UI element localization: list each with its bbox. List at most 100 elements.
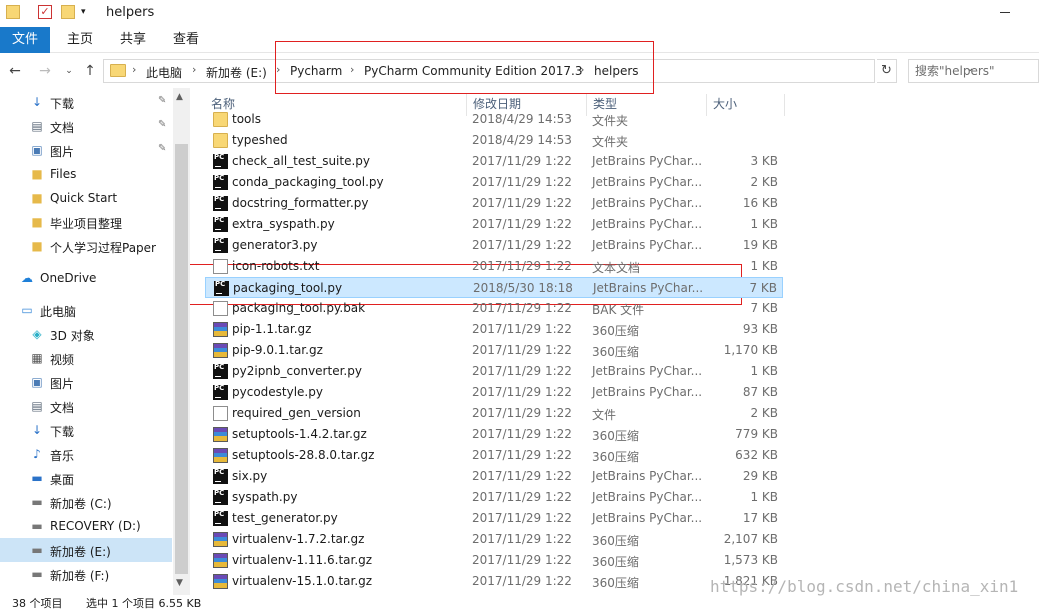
scroll-up-icon[interactable]: ▲ <box>176 92 183 102</box>
file-date: 2017/11/29 1:22 <box>472 448 572 462</box>
file-row[interactable]: icon-robots.txt 2017/11/29 1:22 文本文档 1 KB <box>205 256 783 277</box>
sidebar-item[interactable]: ▬ 新加卷 (F:) <box>0 562 172 586</box>
pycharm-file-icon: PC <box>213 469 228 484</box>
chevron-right-icon[interactable]: › <box>192 63 196 76</box>
file-row[interactable]: PC docstring_formatter.py 2017/11/29 1:22 J… <box>205 193 783 214</box>
file-name: extra_syspath.py <box>232 217 335 231</box>
sidebar-item[interactable]: ▣ 图片 ✎ <box>0 138 172 162</box>
pycharm-file-icon: PC <box>213 364 228 379</box>
file-row[interactable]: required_gen_version 2017/11/29 1:22 文件 2 K… <box>205 403 783 424</box>
sidebar-item-label: 3D 对象 <box>50 329 95 343</box>
sidebar-item[interactable]: ▤ 文档 <box>0 394 172 418</box>
properties-icon[interactable]: ✓ <box>38 5 52 19</box>
tab-view[interactable]: 查看 <box>173 27 199 53</box>
file-row[interactable]: virtualenv-1.7.2.tar.gz 2017/11/29 1:22 36… <box>205 529 783 550</box>
file-row[interactable]: packaging_tool.py.bak 2017/11/29 1:22 BAK … <box>205 298 783 319</box>
file-size: 779 KB <box>735 427 778 441</box>
new-folder-icon[interactable] <box>61 5 75 19</box>
sidebar-item[interactable]: ▭ 此电脑 <box>0 298 172 322</box>
sidebar-item[interactable]: ▬ RECOVERY (D:) <box>0 514 172 538</box>
sidebar-item[interactable]: ▦ 视频 <box>0 346 172 370</box>
file-name: virtualenv-1.7.2.tar.gz <box>232 532 365 546</box>
up-arrow-icon[interactable]: ↑ <box>81 61 99 81</box>
breadcrumb-drive-e[interactable]: 新加卷 (E:) <box>206 64 267 81</box>
sidebar-item[interactable]: ↓ 下载 <box>0 418 172 442</box>
sidebar-item[interactable]: ■ Files <box>0 162 172 186</box>
file-name: test_generator.py <box>232 511 338 525</box>
file-row[interactable]: PC generator3.py 2017/11/29 1:22 JetBrains … <box>205 235 783 256</box>
sidebar-item[interactable]: ♪ 音乐 <box>0 442 172 466</box>
sidebar-scrollbar[interactable]: ▲ ▼ <box>173 88 190 595</box>
pin-icon: ✎ <box>158 119 167 130</box>
file-size: 2 KB <box>750 406 778 420</box>
file-row[interactable]: virtualenv-1.11.6.tar.gz 2017/11/29 1:22 3… <box>205 550 783 571</box>
tab-home[interactable]: 主页 <box>67 27 93 53</box>
breadcrumb-highlight-box <box>275 41 654 94</box>
search-input[interactable]: 搜索"helpers" <box>908 59 1039 83</box>
back-arrow-icon[interactable]: ← <box>6 61 24 81</box>
file-row[interactable]: setuptools-1.4.2.tar.gz 2017/11/29 1:22 36… <box>205 424 783 445</box>
breadcrumb-this-pc[interactable]: 此电脑 <box>146 64 182 81</box>
file-row[interactable]: PC check_all_test_suite.py 2017/11/29 1:22… <box>205 151 783 172</box>
text-file-icon <box>213 259 228 274</box>
scrollbar-thumb[interactable] <box>175 144 188 574</box>
file-size: 1 KB <box>750 259 778 273</box>
file-row[interactable]: tools 2018/4/29 14:53 文件夹 <box>205 109 783 130</box>
file-row[interactable]: PC conda_packaging_tool.py 2017/11/29 1:22… <box>205 172 783 193</box>
sidebar-item[interactable]: ☁ OneDrive <box>0 266 172 290</box>
sidebar-item[interactable]: ■ 毕业项目整理 <box>0 210 172 234</box>
sidebar-item[interactable]: ▬ 桌面 <box>0 466 172 490</box>
file-row[interactable]: PC six.py 2017/11/29 1:22 JetBrains PyChar.… <box>205 466 783 487</box>
recent-locations-icon[interactable]: ⌄ <box>60 61 78 81</box>
file-row[interactable]: PC extra_syspath.py 2017/11/29 1:22 JetBrai… <box>205 214 783 235</box>
sidebar-item-label: Files <box>50 167 77 181</box>
file-row[interactable]: PC py2ipnb_converter.py 2017/11/29 1:22 Jet… <box>205 361 783 382</box>
file-row[interactable]: setuptools-28.8.0.tar.gz 2017/11/29 1:22 3… <box>205 445 783 466</box>
refresh-button[interactable]: ↻ <box>877 59 897 83</box>
pycharm-file-icon: PC <box>213 385 228 400</box>
file-name: six.py <box>232 469 268 483</box>
picture-icon: ▣ <box>31 375 43 389</box>
drive-icon: ▬ <box>31 519 43 533</box>
file-row[interactable]: pip-1.1.tar.gz 2017/11/29 1:22 360压缩 93 KB <box>205 319 783 340</box>
file-size: 2 KB <box>750 175 778 189</box>
title-bar: ✓ ▾ helpers <box>0 0 1039 27</box>
file-row[interactable]: typeshed 2018/4/29 14:53 文件夹 <box>205 130 783 151</box>
file-row[interactable]: pip-9.0.1.tar.gz 2017/11/29 1:22 360压缩 1,17… <box>205 340 783 361</box>
file-size: 1,573 KB <box>723 553 778 567</box>
file-name: typeshed <box>232 133 288 147</box>
sidebar-item-label: 文档 <box>50 121 75 135</box>
sidebar-item[interactable]: ↓ 下载 ✎ <box>0 90 172 114</box>
file-name: py2ipnb_converter.py <box>232 364 362 378</box>
file-row[interactable]: PC pycodestyle.py 2017/11/29 1:22 JetBrains… <box>205 382 783 403</box>
file-row[interactable]: PC syspath.py 2017/11/29 1:22 JetBrains PyC… <box>205 487 783 508</box>
chevron-right-icon[interactable]: › <box>132 63 136 76</box>
file-size: 7 KB <box>750 301 778 315</box>
file-date: 2017/11/29 1:22 <box>472 469 572 483</box>
file-type: BAK 文件 <box>592 303 645 317</box>
file-name: virtualenv-15.1.0.tar.gz <box>232 574 373 588</box>
sidebar-item[interactable]: ▣ 图片 <box>0 370 172 394</box>
selection-info: 选中 1 个项目 6.55 KB <box>86 597 202 610</box>
file-type: JetBrains PyChar... <box>593 281 704 295</box>
minimize-button[interactable] <box>1000 12 1010 13</box>
file-type: JetBrains PyChar... <box>592 217 703 231</box>
quick-access-dropdown-icon[interactable]: ▾ <box>81 5 95 19</box>
forward-arrow-icon[interactable]: → <box>36 61 54 81</box>
sidebar-item[interactable]: ▬ 新加卷 (E:) <box>0 538 172 562</box>
pycharm-file-icon: PC <box>213 490 228 505</box>
archive-icon <box>213 574 228 589</box>
tab-file[interactable]: 文件 <box>0 27 50 53</box>
document-icon: ▤ <box>31 119 43 133</box>
sidebar-item[interactable]: ▬ 新加卷 (C:) <box>0 490 172 514</box>
file-row[interactable]: PC packaging_tool.py 2018/5/30 18:18 JetBra… <box>205 277 783 298</box>
file-row[interactable]: PC test_generator.py 2017/11/29 1:22 JetBra… <box>205 508 783 529</box>
sidebar-item[interactable]: ■ 个人学习过程Paper <box>0 234 172 258</box>
tab-share[interactable]: 共享 <box>120 27 146 53</box>
scroll-down-icon[interactable]: ▼ <box>176 578 183 588</box>
sidebar-item-label: Quick Start <box>50 191 118 205</box>
file-row[interactable]: virtualenv-15.1.0.tar.gz 2017/11/29 1:22 3… <box>205 571 783 592</box>
sidebar-item[interactable]: ■ Quick Start <box>0 186 172 210</box>
sidebar-item[interactable]: ▤ 文档 ✎ <box>0 114 172 138</box>
sidebar-item[interactable]: ◈ 3D 对象 <box>0 322 172 346</box>
